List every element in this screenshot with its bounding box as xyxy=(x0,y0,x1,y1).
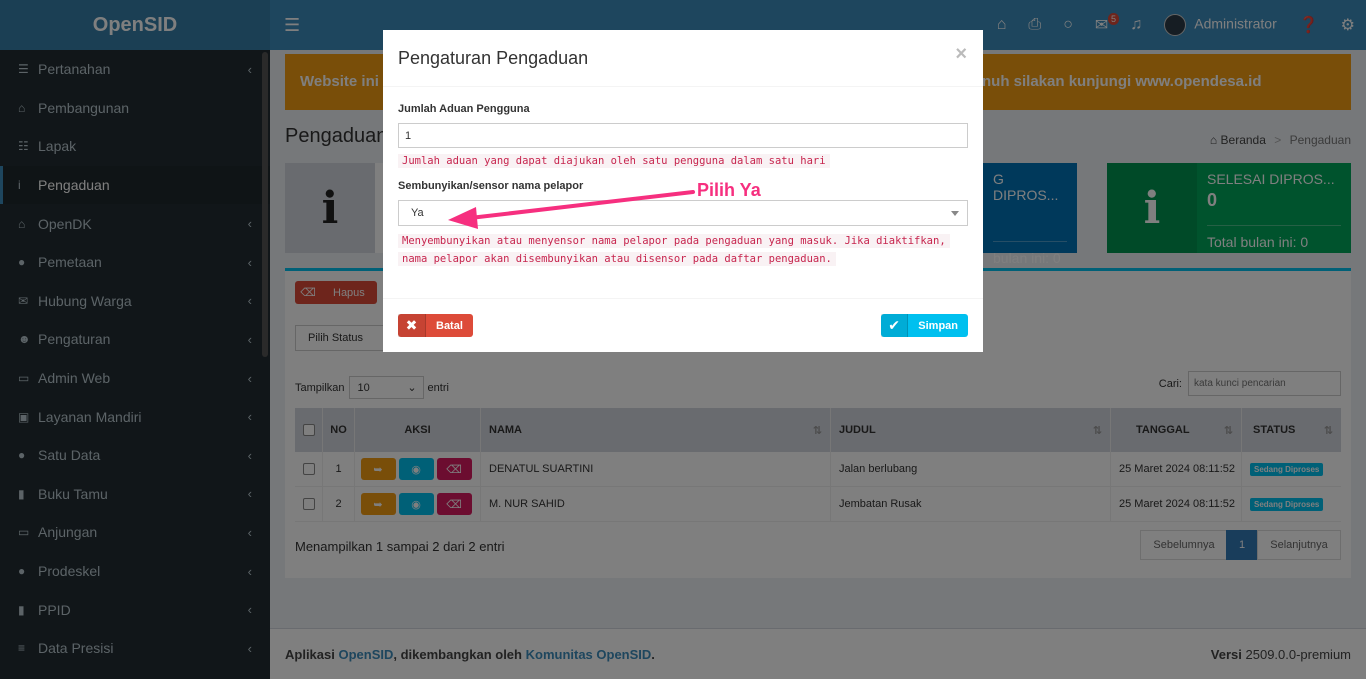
settings-modal: Pengaturan Pengaduan × Jumlah Aduan Peng… xyxy=(383,30,983,352)
cancel-button[interactable]: ✖ Batal xyxy=(398,314,473,337)
modal-header: Pengaturan Pengaduan × xyxy=(383,30,983,87)
sensor-nama-value: Ya xyxy=(411,207,424,219)
jumlah-aduan-help: Jumlah aduan yang dapat diajukan oleh sa… xyxy=(398,154,830,168)
check-icon: ✔ xyxy=(881,314,909,337)
close-icon[interactable]: × xyxy=(955,43,967,66)
jumlah-aduan-input[interactable]: 1 xyxy=(398,123,968,148)
sensor-nama-select[interactable]: Ya xyxy=(398,200,968,226)
jumlah-aduan-label: Jumlah Aduan Pengguna xyxy=(398,103,530,115)
cancel-label: Batal xyxy=(436,319,463,332)
chevron-down-icon xyxy=(951,211,959,216)
sensor-nama-label: Sembunyikan/sensor nama pelapor xyxy=(398,180,584,192)
sensor-nama-help-line1: Menyembunyikan atau menyensor nama pelap… xyxy=(398,234,950,248)
modal-title: Pengaturan Pengaduan xyxy=(398,47,589,68)
annotation-label: Pilih Ya xyxy=(697,180,761,200)
save-label: Simpan xyxy=(918,319,958,332)
save-button[interactable]: ✔ Simpan xyxy=(881,314,968,337)
sensor-nama-help-line2: nama pelapor akan disembunyikan atau dis… xyxy=(398,252,836,266)
close-icon: ✖ xyxy=(398,314,426,337)
